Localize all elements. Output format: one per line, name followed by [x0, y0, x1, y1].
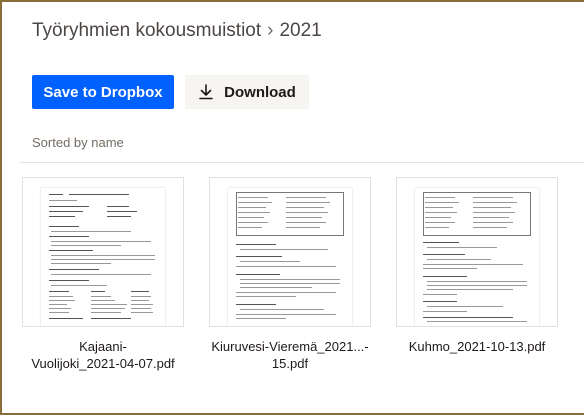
- breadcrumb: Työryhmien kokousmuistiot › 2021: [32, 20, 322, 42]
- file-card-kiuruvesi[interactable]: Kiuruvesi-Vieremä_2021...- 15.pdf: [210, 178, 370, 378]
- file-card-kajaani[interactable]: Kajaani- Vuolijoki_2021-04-07.pdf: [23, 178, 183, 378]
- page-frame: Työryhmien kokousmuistiot › 2021 Save to D…: [0, 0, 584, 415]
- divider: [20, 162, 584, 163]
- file-name[interactable]: Kuhmo_2021-10-13.pdf: [387, 338, 567, 355]
- breadcrumb-separator: ›: [267, 20, 274, 41]
- breadcrumb-parent[interactable]: Työryhmien kokousmuistiot: [32, 20, 261, 41]
- save-to-dropbox-button[interactable]: Save to Dropbox: [32, 75, 174, 109]
- download-button[interactable]: Download: [185, 75, 309, 109]
- download-label: Download: [224, 83, 296, 101]
- pdf-page-preview: [228, 188, 352, 326]
- breadcrumb-current: 2021: [279, 20, 322, 41]
- file-card-kuhmo[interactable]: Kuhmo_2021-10-13.pdf: [397, 178, 557, 378]
- file-thumbnail[interactable]: [397, 178, 557, 326]
- pdf-page-preview: [41, 188, 165, 326]
- pdf-page-preview: [415, 188, 539, 326]
- file-name[interactable]: Kiuruvesi-Vieremä_2021...- 15.pdf: [200, 338, 380, 372]
- file-name[interactable]: Kajaani- Vuolijoki_2021-04-07.pdf: [13, 338, 193, 372]
- file-thumbnail[interactable]: [210, 178, 370, 326]
- download-icon: [199, 84, 213, 100]
- file-thumbnail[interactable]: [23, 178, 183, 326]
- sort-label[interactable]: Sorted by name: [32, 135, 124, 150]
